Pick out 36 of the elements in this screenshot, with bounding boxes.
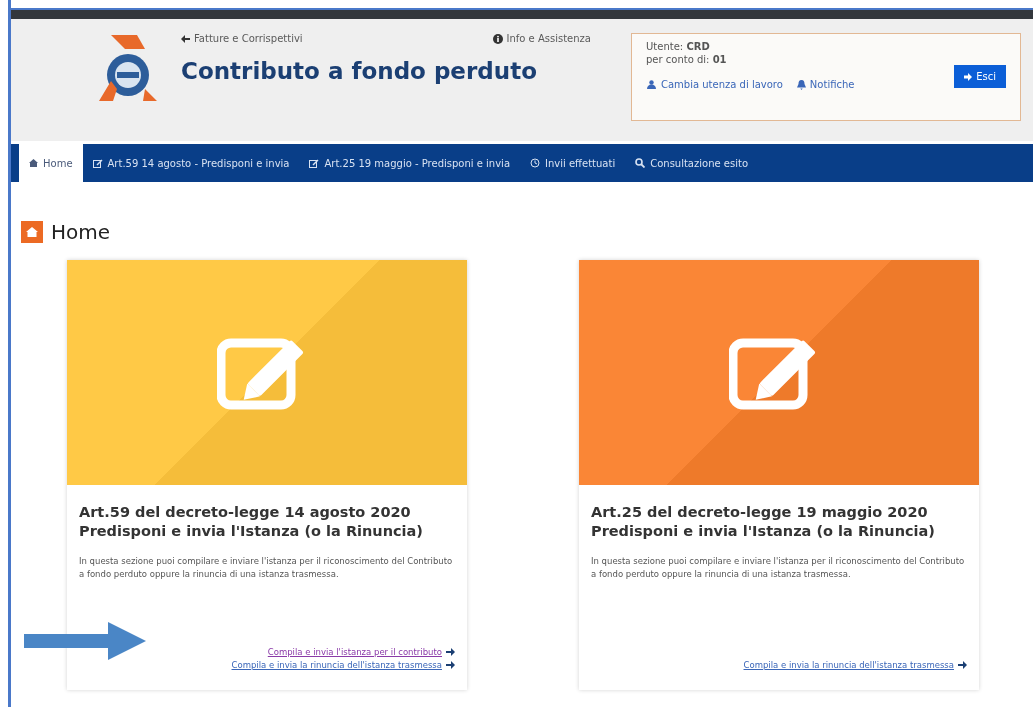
home-icon: [29, 159, 38, 167]
account-info: per conto di: 01: [646, 54, 728, 65]
card-subtitle: Predisponi e invia l'Istanza (o la Rinuncia): [79, 522, 424, 541]
arrow-icon: [958, 661, 967, 669]
nav-tab[interactable]: Home: [19, 144, 83, 182]
page-header-title: Contributo a fondo perduto: [181, 58, 538, 84]
info-icon: [492, 33, 503, 44]
change-user-link[interactable]: Cambia utenza di lavoro: [646, 79, 783, 90]
user-info: Utente: CRD: [646, 41, 711, 52]
card-link[interactable]: Compila e invia la rinuncia dell'istanza trasmessa: [743, 660, 967, 670]
nav-tab[interactable]: Consultazione esito: [625, 144, 758, 182]
card-subtitle: Predisponi e invia l'Istanza (o la Rinuncia): [591, 522, 936, 541]
exit-button[interactable]: Esci: [954, 65, 1006, 88]
clock-icon: [530, 158, 541, 168]
card-description: In questa sezione puoi compilare e inviare l'istanza per il riconoscimento del Contributo a fondo perduto oppure la rinuncia di una istanza trasmessa.: [591, 555, 966, 581]
bell-icon: [796, 79, 806, 90]
edit-icon: [92, 158, 103, 168]
nav-tab[interactable]: Art.25 19 maggio - Predisponi e invia: [299, 144, 521, 182]
card-description: In questa sezione puoi compilare e inviare l'istanza per il riconoscimento del Contributo a fondo perduto oppure la rinuncia di una istanza trasmessa.: [79, 555, 454, 581]
page-title: Home: [51, 220, 111, 244]
edit-icon: [309, 158, 320, 168]
card-title: Art.25 del decreto-legge 19 maggio 2020: [591, 503, 929, 522]
nav-tab[interactable]: Invii effettuati: [520, 144, 626, 182]
back-link[interactable]: Fatture e Corrispettivi: [181, 33, 303, 44]
notifications-link[interactable]: Notifiche: [796, 79, 855, 90]
card-link[interactable]: Compila e invia l'istanza per il contributo: [267, 647, 455, 657]
card-title: Art.59 del decreto-legge 14 agosto 2020: [79, 503, 412, 522]
help-link[interactable]: Info e Assistenza: [492, 33, 591, 44]
search-icon: [635, 158, 646, 168]
logo-icon: [97, 33, 159, 103]
nav-tab[interactable]: Art.59 14 agosto - Predisponi e invia: [82, 144, 300, 182]
sign-out-icon: [964, 72, 973, 81]
card-link[interactable]: Compila e invia la rinuncia dell'istanza trasmessa: [231, 660, 455, 670]
users-icon: [646, 80, 657, 89]
home-icon: [21, 221, 43, 243]
back-arrow-icon: [181, 34, 190, 43]
